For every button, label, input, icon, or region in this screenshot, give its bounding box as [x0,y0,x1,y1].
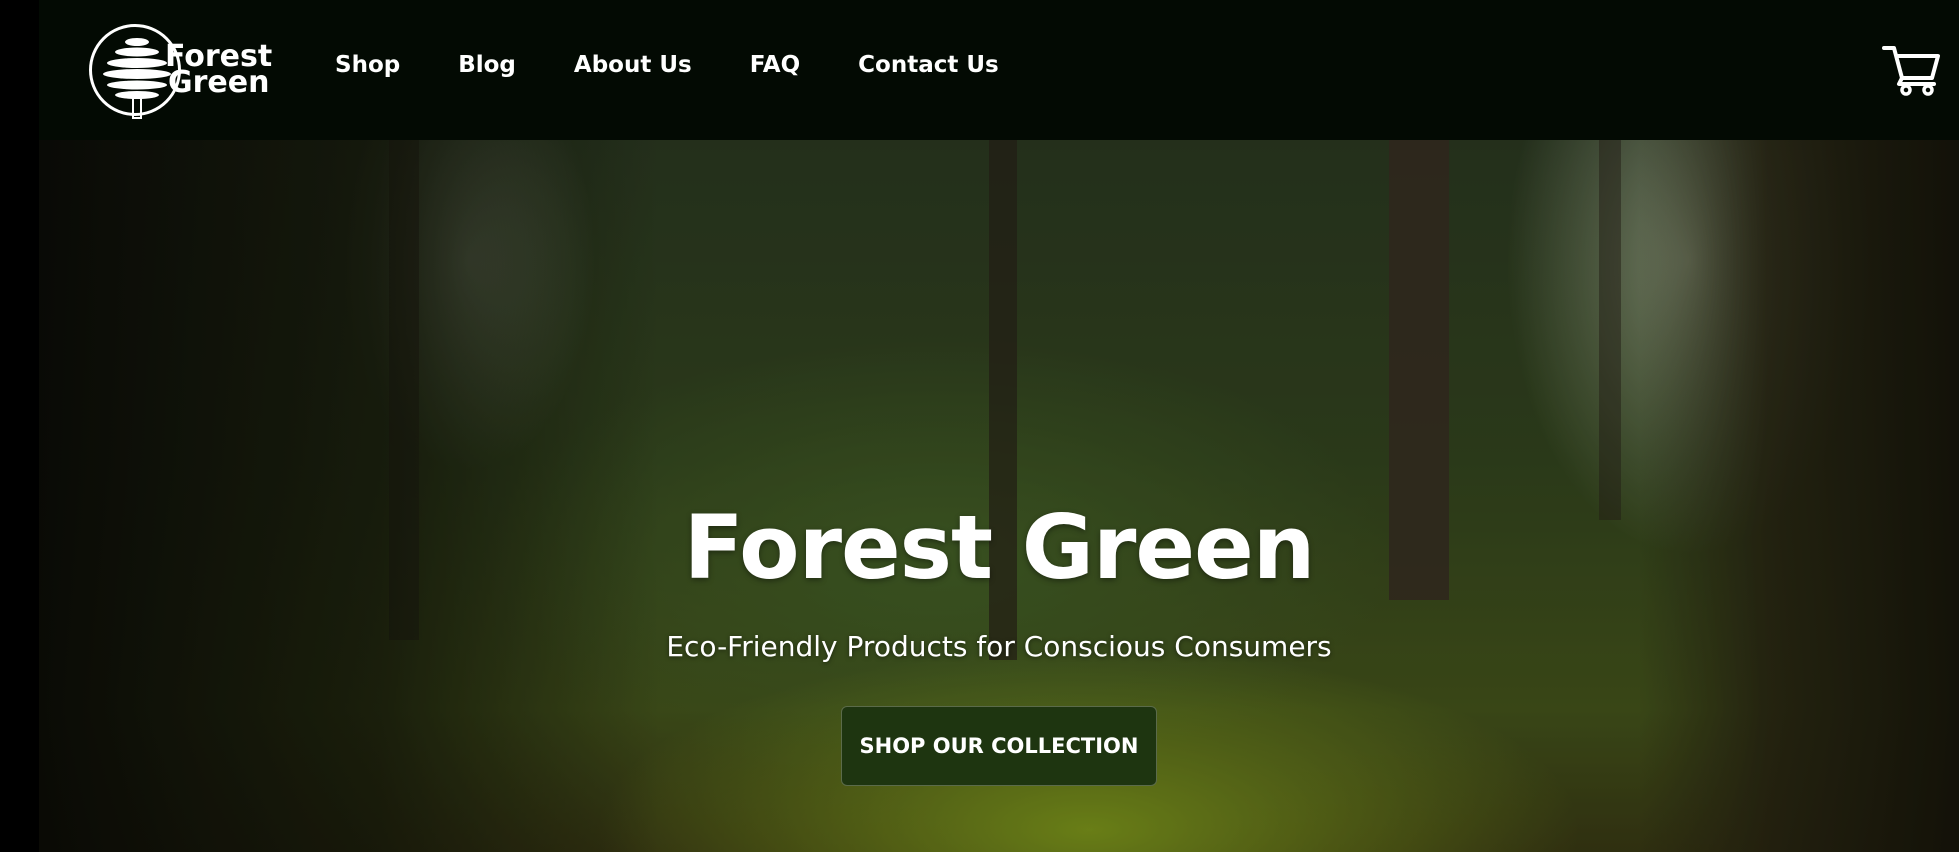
main-nav: Shop Blog About Us FAQ Contact Us [335,52,1057,78]
nav-link-about-us[interactable]: About Us [574,52,692,78]
nav-link-shop[interactable]: Shop [335,52,400,78]
hero-title: Forest Green [683,496,1316,599]
top-navigation-bar: Forest Green Shop Blog About Us FAQ Cont… [39,0,1959,140]
shopping-cart-icon [1882,46,1940,96]
brand-wordmark: Forest Green [165,42,272,100]
hero-subtitle: Eco-Friendly Products for Conscious Cons… [666,630,1332,663]
hero-section: Forest Green Eco-Friendly Products for C… [39,140,1959,852]
page-left-margin [0,0,39,852]
nav-link-contact-us[interactable]: Contact Us [858,52,999,78]
brand-name-line2: Green [168,65,270,100]
shop-collection-button[interactable]: SHOP OUR COLLECTION [841,706,1157,786]
nav-link-blog[interactable]: Blog [458,52,516,78]
cart-button[interactable] [1882,44,1942,96]
nav-link-faq[interactable]: FAQ [750,52,800,78]
brand-logo[interactable]: Forest Green [89,24,319,120]
